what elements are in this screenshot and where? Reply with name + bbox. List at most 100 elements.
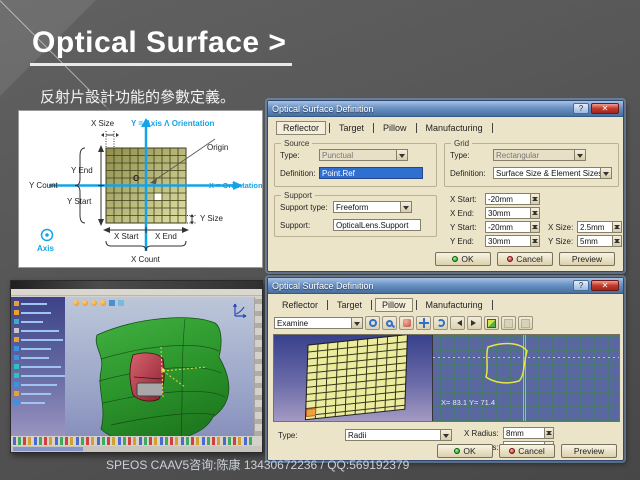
x-size-label: X Size: <box>548 223 574 232</box>
cancel-button[interactable]: Cancel <box>497 252 553 266</box>
move-icon[interactable] <box>416 316 431 330</box>
tree-item[interactable] <box>14 328 65 333</box>
next-step-icon[interactable] <box>467 316 482 330</box>
source-type-select[interactable]: Punctual <box>319 149 397 161</box>
help-icon[interactable]: ? <box>573 103 589 114</box>
y-end-label: Y End: <box>450 237 482 246</box>
label-origin: Origin <box>207 143 228 152</box>
source-definition-label: Definition: <box>280 169 316 178</box>
catia-right-toolbar[interactable] <box>254 297 262 436</box>
close-icon[interactable]: ✕ <box>591 280 619 291</box>
label-x-end: X End <box>155 232 177 241</box>
source-type-label: Type: <box>280 151 316 160</box>
preview-button[interactable]: Preview <box>561 444 617 458</box>
tab-reflector[interactable]: Reflector <box>276 299 324 311</box>
tab-manufacturing[interactable]: Manufacturing <box>420 299 489 311</box>
pillow-type-select[interactable]: Radii <box>345 429 441 441</box>
mesh-3d-view[interactable] <box>274 335 432 421</box>
close-icon[interactable]: ✕ <box>591 103 619 114</box>
tab-pillow[interactable]: Pillow <box>375 298 413 312</box>
chevron-down-icon[interactable] <box>397 149 408 161</box>
tree-item[interactable] <box>14 319 65 324</box>
tree-item[interactable] <box>14 346 65 351</box>
view-mode-select[interactable]: Examine <box>274 317 352 329</box>
compass-icon <box>232 301 248 319</box>
label-y-axis-formula: Y = Axis Λ Orientation <box>131 119 214 128</box>
label-x-orientation: X = Orientation <box>209 181 263 190</box>
toolbar-icon[interactable] <box>82 300 88 306</box>
grid-definition-select[interactable]: Surface Size & Element Sizes <box>493 167 601 179</box>
chevron-down-icon[interactable] <box>401 201 412 213</box>
grid-2d-view[interactable]: X= 83.1 Y= 71.4 <box>432 335 619 421</box>
pillow-mesh <box>274 335 432 421</box>
support-type-select[interactable]: Freeform <box>333 201 401 213</box>
spinner-icon[interactable] <box>531 207 540 219</box>
tree-item[interactable] <box>14 382 65 387</box>
toolbar-icon[interactable] <box>109 300 115 306</box>
source-definition-field[interactable]: Point.Ref <box>319 167 423 179</box>
tab-manufacturing[interactable]: Manufacturing <box>420 122 489 134</box>
chevron-down-icon[interactable] <box>441 429 452 441</box>
orbit-icon[interactable] <box>365 316 380 330</box>
label-axis: Axis <box>37 244 54 253</box>
rotate-icon[interactable] <box>433 316 448 330</box>
grid-parameter-diagram: X Size Y = Axis Λ Orientation Origin O Y… <box>18 110 263 268</box>
chevron-down-icon[interactable] <box>601 167 612 179</box>
tree-item[interactable] <box>14 373 65 378</box>
x-radius-field[interactable]: 8mm <box>503 427 545 439</box>
cancel-button[interactable]: Cancel <box>499 444 555 458</box>
spinner-icon[interactable] <box>545 427 554 439</box>
x-size-field[interactable]: 2.5mm <box>577 221 613 233</box>
y-size-field[interactable]: 5mm <box>577 235 613 247</box>
ok-button[interactable]: OK <box>435 252 491 266</box>
spinner-icon[interactable] <box>531 221 540 233</box>
spinner-icon[interactable] <box>531 193 540 205</box>
chevron-down-icon[interactable] <box>352 317 363 329</box>
toolbar-icon[interactable] <box>73 300 79 306</box>
y-start-label: Y Start: <box>450 223 482 232</box>
catia-viewport <box>11 297 254 436</box>
toolbar-icon[interactable] <box>118 300 124 306</box>
tab-pillow[interactable]: Pillow <box>377 122 413 134</box>
chevron-down-icon[interactable] <box>575 149 586 161</box>
tree-item[interactable] <box>14 355 65 360</box>
tree-item[interactable] <box>14 391 65 396</box>
grid-view-icon[interactable] <box>484 316 499 330</box>
preview-button[interactable]: Preview <box>559 252 615 266</box>
catia-bottom-toolbar[interactable] <box>13 437 252 445</box>
catia-toolbar <box>73 300 124 306</box>
x-start-field[interactable]: -20mm <box>485 193 531 205</box>
ok-button[interactable]: OK <box>437 444 493 458</box>
tree-item[interactable] <box>14 364 65 369</box>
tree-item[interactable] <box>14 337 65 342</box>
spinner-icon[interactable] <box>613 235 622 247</box>
preview-viewport: X= 83.1 Y= 71.4 <box>273 334 620 422</box>
catia-menubar <box>11 289 262 296</box>
toolbar-icon[interactable] <box>100 300 106 306</box>
tab-reflector[interactable]: Reflector <box>276 121 326 135</box>
y-start-field[interactable]: -20mm <box>485 221 531 233</box>
help-icon[interactable]: ? <box>573 280 589 291</box>
first-step-icon[interactable] <box>450 316 465 330</box>
x-end-field[interactable]: 30mm <box>485 207 531 219</box>
tab-target[interactable]: Target <box>331 299 368 311</box>
tab-target[interactable]: Target <box>333 122 370 134</box>
tree-item[interactable] <box>14 310 65 315</box>
tree-item[interactable] <box>14 400 65 405</box>
slide-caption: 反射片設計功能的參數定義。 <box>40 86 235 107</box>
support-field[interactable]: OpticalLens.Support <box>333 219 421 231</box>
spinner-icon[interactable] <box>531 235 540 247</box>
tree-item[interactable] <box>14 301 65 306</box>
pillow-type-label: Type: <box>278 431 342 440</box>
zoom-icon[interactable] <box>382 316 397 330</box>
y-size-label: Y Size: <box>548 237 574 246</box>
y-end-field[interactable]: 30mm <box>485 235 531 247</box>
label-y-end: Y End <box>71 166 93 175</box>
ok-dot-icon <box>454 448 460 454</box>
support-type-label: Support type: <box>280 203 330 212</box>
catia-window <box>10 280 263 453</box>
spinner-icon[interactable] <box>613 221 622 233</box>
toolbar-icon[interactable] <box>91 300 97 306</box>
pan-icon[interactable] <box>399 316 414 330</box>
grid-type-select[interactable]: Rectangular <box>493 149 575 161</box>
